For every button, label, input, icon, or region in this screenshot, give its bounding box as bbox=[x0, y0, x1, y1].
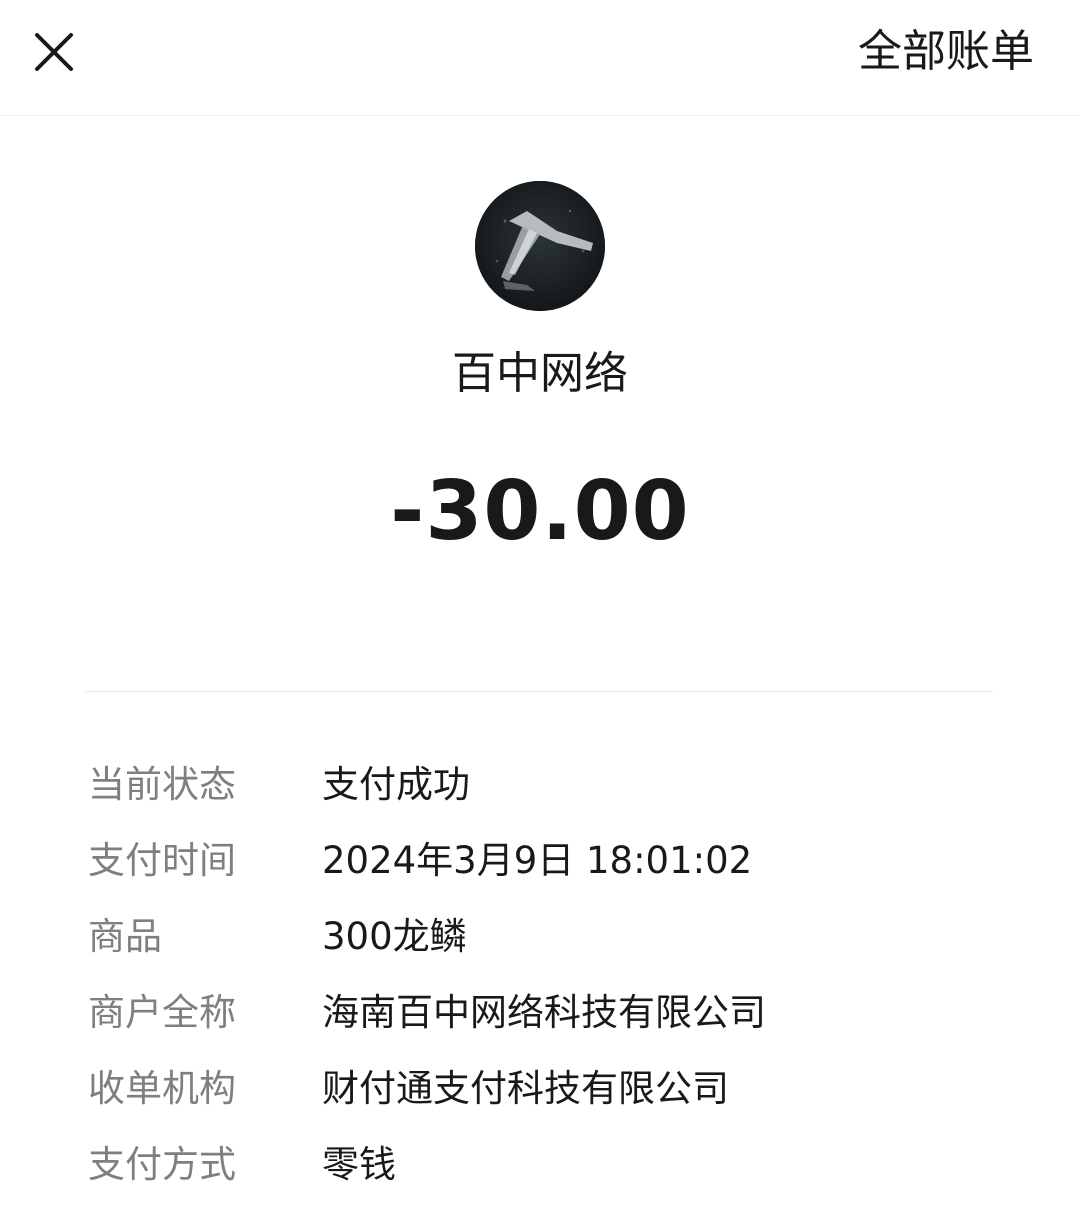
all-bills-link[interactable]: 全部账单 bbox=[858, 22, 1034, 82]
detail-label: 当前状态 bbox=[88, 763, 236, 806]
detail-value: 海南百中网络科技有限公司 bbox=[322, 991, 766, 1034]
detail-label: 支付方式 bbox=[88, 1143, 236, 1186]
detail-row-payment-method: 支付方式 零钱 bbox=[88, 1136, 1008, 1212]
detail-row-merchant-fullname: 商户全称 海南百中网络科技有限公司 bbox=[88, 984, 1008, 1060]
detail-value: 2024年3月9日 18:01:02 bbox=[322, 839, 753, 882]
merchant-name: 百中网络 bbox=[452, 348, 628, 399]
detail-value: 零钱 bbox=[322, 1143, 396, 1186]
detail-value: 财付通支付科技有限公司 bbox=[322, 1067, 729, 1110]
merchant-avatar bbox=[475, 181, 605, 311]
transaction-amount: -30.00 bbox=[390, 464, 690, 559]
detail-label: 商户全称 bbox=[88, 991, 236, 1034]
detail-value: 300龙鳞 bbox=[322, 915, 467, 958]
detail-label: 商品 bbox=[88, 915, 162, 958]
detail-row-product: 商品 300龙鳞 bbox=[88, 908, 1008, 984]
close-icon bbox=[35, 33, 73, 71]
transaction-details: 当前状态 支付成功 支付时间 2024年3月9日 18:01:02 商品 300… bbox=[88, 756, 1008, 1212]
divider bbox=[86, 691, 993, 692]
detail-row-status: 当前状态 支付成功 bbox=[88, 756, 1008, 832]
detail-row-acquirer: 收单机构 财付通支付科技有限公司 bbox=[88, 1060, 1008, 1136]
detail-row-time: 支付时间 2024年3月9日 18:01:02 bbox=[88, 832, 1008, 908]
detail-label: 收单机构 bbox=[88, 1067, 236, 1110]
top-bar: 全部账单 bbox=[0, 0, 1080, 116]
detail-value: 支付成功 bbox=[322, 763, 470, 806]
detail-label: 支付时间 bbox=[88, 839, 236, 882]
close-button[interactable] bbox=[28, 26, 80, 78]
